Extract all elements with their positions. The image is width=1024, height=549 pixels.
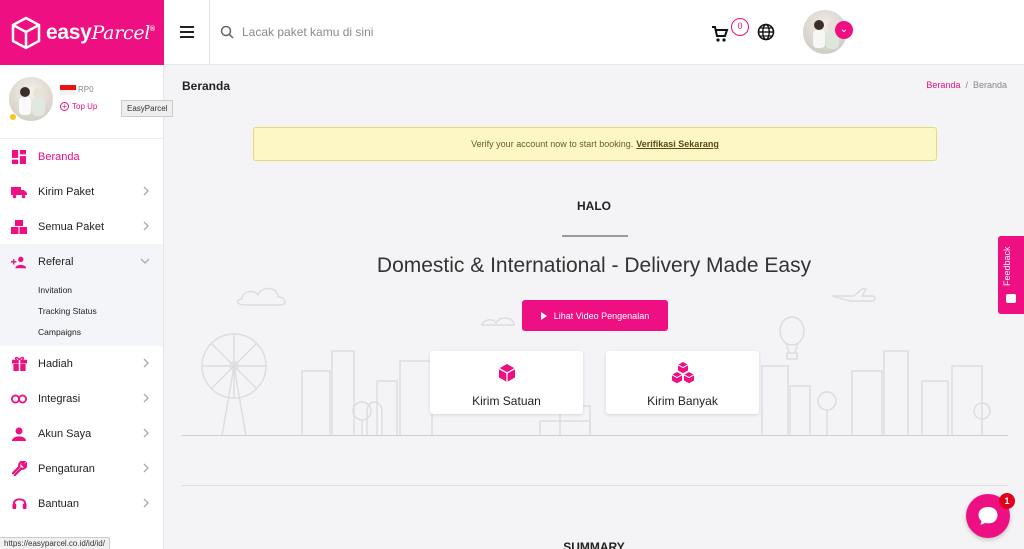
topup-label: Top Up	[72, 102, 98, 111]
headset-icon	[11, 496, 27, 512]
breadcrumb-separator: /	[965, 80, 968, 90]
cube-logo-icon	[11, 16, 41, 49]
dashboard-icon	[11, 149, 27, 165]
sidebar-item-integrasi[interactable]: Integrasi	[0, 381, 163, 416]
sidebar-subitem-invitation[interactable]: Invitation	[0, 279, 163, 300]
verify-alert: Verify your account now to start booking…	[253, 127, 937, 161]
summary-heading: SUMMARY	[563, 540, 625, 549]
section-divider	[182, 485, 1008, 486]
link-icon	[11, 391, 27, 407]
top-bar	[164, 0, 1024, 65]
page-title: Beranda	[182, 79, 231, 93]
verify-now-link[interactable]: Verifikasi Sekarang	[636, 139, 719, 149]
heading-underline	[562, 235, 628, 237]
sidebar-item-label: Bantuan	[38, 497, 79, 510]
feedback-label: Feedback	[1002, 246, 1012, 286]
sidebar-item-label: Integrasi	[38, 392, 81, 405]
chevron-right-icon	[143, 186, 149, 196]
card-label: Kirim Banyak	[647, 394, 718, 408]
wallet-balance: RP0	[78, 85, 94, 94]
sidebar-item-referal[interactable]: Referal	[0, 244, 163, 279]
breadcrumb-current: Beranda	[972, 80, 1007, 90]
user-icon	[11, 426, 27, 442]
chevron-right-icon	[143, 498, 149, 508]
topup-link[interactable]: + Top Up	[60, 102, 97, 111]
greeting-heading: HALO	[577, 199, 611, 213]
wrench-icon	[11, 461, 27, 477]
video-button-label: Lihat Video Pengenalan	[553, 310, 650, 321]
alert-text: Verify your account now to start booking…	[471, 139, 634, 149]
feedback-icon	[1006, 294, 1016, 303]
sidebar-item-label: Beranda	[38, 150, 80, 163]
chevron-right-icon	[143, 463, 149, 473]
status-dot	[9, 113, 17, 121]
globe-language-icon[interactable]	[757, 23, 775, 41]
send-single-card[interactable]: Kirim Satuan	[430, 351, 583, 414]
chevron-right-icon	[143, 393, 149, 403]
menu-toggle-button[interactable]	[164, 0, 210, 65]
sidebar-item-label: Hadiah	[38, 357, 73, 370]
breadcrumb: Beranda / Beranda	[926, 80, 1007, 90]
chevron-right-icon	[143, 358, 149, 368]
boxes-stack-icon	[671, 362, 694, 384]
cart-button[interactable]: 0	[711, 18, 749, 44]
cart-count-badge: 0	[731, 18, 749, 36]
chevron-right-icon	[143, 428, 149, 438]
search-input[interactable]	[242, 25, 492, 39]
tooltip: EasyParcel	[121, 100, 174, 117]
sidebar: RP0 + Top Up Beranda Kirim Paket Semua P…	[0, 65, 164, 549]
search-icon	[220, 25, 234, 39]
chevron-down-icon[interactable]: ⌄	[835, 21, 853, 39]
brand-wordmark: easyParcel®	[46, 20, 155, 44]
tracking-search	[220, 14, 520, 50]
sidebar-item-akun-saya[interactable]: Akun Saya	[0, 416, 163, 451]
city-illustration	[182, 287, 1008, 436]
feedback-tab[interactable]: Feedback	[998, 236, 1024, 314]
sidebar-subitem-tracking-status[interactable]: Tracking Status	[0, 300, 163, 321]
send-bulk-card[interactable]: Kirim Banyak	[606, 351, 759, 414]
breadcrumb-home-link[interactable]: Beranda	[926, 80, 960, 90]
card-label: Kirim Satuan	[472, 394, 541, 408]
boxes-icon	[11, 219, 27, 235]
sidebar-item-label: Pengaturan	[38, 462, 95, 475]
brand-logo[interactable]: easyParcel®	[0, 0, 164, 65]
sidebar-item-bantuan[interactable]: Bantuan	[0, 486, 163, 521]
gift-icon	[11, 356, 27, 372]
sidebar-item-kirim-paket[interactable]: Kirim Paket	[0, 174, 163, 209]
plus-circle-icon: +	[60, 102, 69, 111]
sidebar-item-label: Referal	[38, 255, 74, 268]
box-icon	[498, 364, 515, 382]
play-icon	[540, 311, 547, 320]
sidebar-item-label: Kirim Paket	[38, 185, 95, 198]
referral-icon	[11, 254, 27, 270]
referral-group: Referal Invitation Tracking Status Campa…	[0, 244, 163, 346]
main-content: Beranda Beranda / Beranda Verify your ac…	[164, 66, 1024, 549]
hero-headline: Domestic & International - Delivery Made…	[376, 254, 812, 277]
chat-bubble-icon	[978, 507, 998, 525]
truck-icon	[11, 184, 27, 200]
sidebar-item-pengaturan[interactable]: Pengaturan	[0, 451, 163, 486]
sidebar-item-label: Semua Paket	[38, 220, 105, 233]
intro-video-button[interactable]: Lihat Video Pengenalan	[522, 300, 668, 331]
sidebar-item-beranda[interactable]: Beranda	[0, 139, 163, 174]
sidebar-item-label: Akun Saya	[38, 427, 92, 440]
chevron-down-icon	[140, 258, 150, 264]
status-bar-url: https://easyparcel.co.id/id/id/	[0, 537, 110, 549]
hamburger-icon	[179, 26, 194, 38]
cart-icon	[712, 26, 729, 42]
chat-unread-badge: 1	[999, 493, 1015, 509]
sidebar-subitem-campaigns[interactable]: Campaigns	[0, 321, 163, 346]
indonesia-flag-icon	[60, 85, 76, 95]
sidebar-item-semua-paket[interactable]: Semua Paket	[0, 209, 163, 244]
sidebar-item-hadiah[interactable]: Hadiah	[0, 346, 163, 381]
chevron-right-icon	[143, 221, 149, 231]
